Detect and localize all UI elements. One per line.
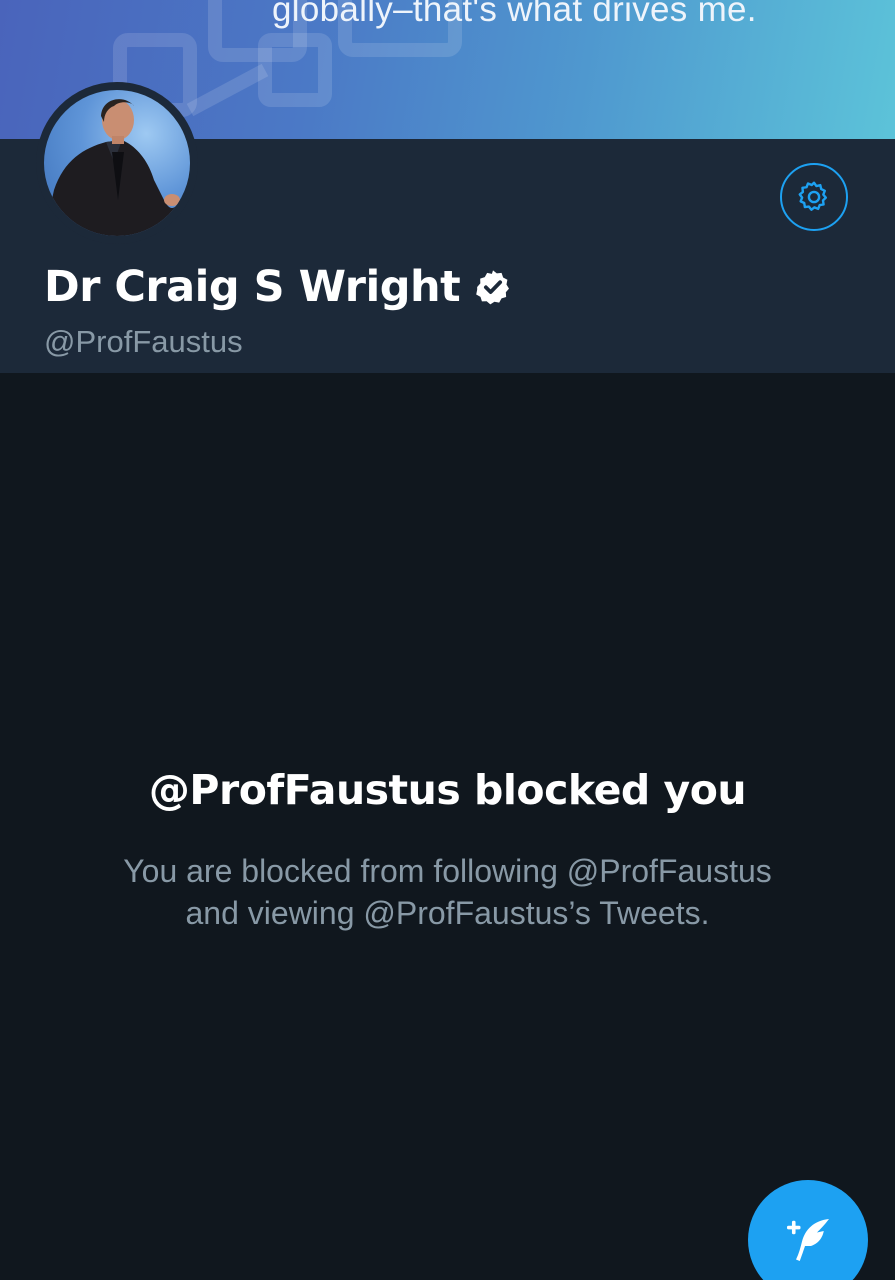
display-name: Dr Craig S Wright xyxy=(44,262,461,312)
avatar[interactable] xyxy=(36,82,198,244)
banner-text: globally–that's what drives me. xyxy=(272,0,757,29)
blocked-title: @ProfFaustus blocked you xyxy=(148,766,747,814)
compose-tweet-icon xyxy=(787,1219,829,1261)
name-row: Dr Craig S Wright xyxy=(44,262,512,312)
avatar-photo xyxy=(44,99,190,236)
blocked-description-line-2: and viewing @ProfFaustus’s Tweets. xyxy=(185,895,710,931)
gear-icon xyxy=(798,181,828,211)
profile-handle: @ProfFaustus xyxy=(44,324,243,359)
settings-button[interactable] xyxy=(780,163,848,231)
verified-badge-icon xyxy=(474,268,512,306)
blocked-description-line-1: You are blocked from following @ProfFaus… xyxy=(123,853,772,889)
blocked-content: @ProfFaustus blocked you You are blocked… xyxy=(0,373,895,1280)
blocked-description: You are blocked from following @ProfFaus… xyxy=(0,850,895,934)
